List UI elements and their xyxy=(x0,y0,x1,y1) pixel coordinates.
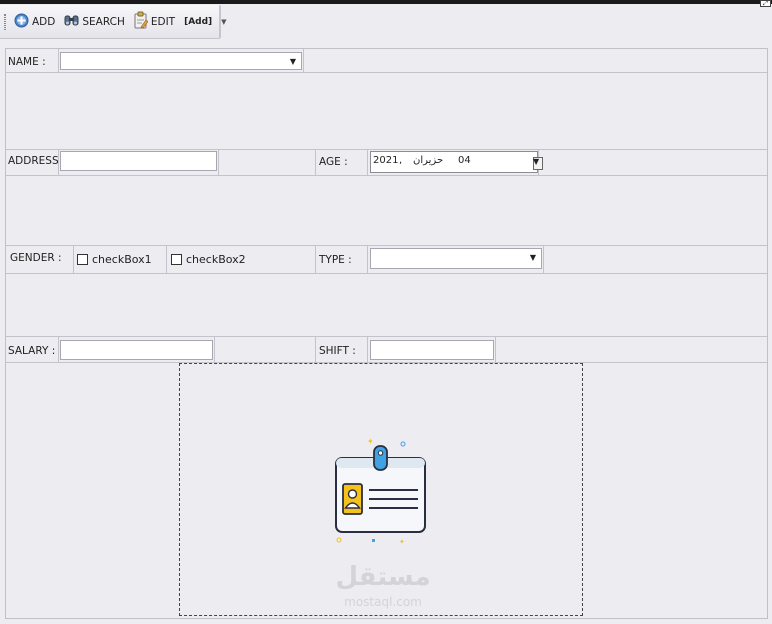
id-badge-icon: ✦ ✦ xyxy=(331,437,435,551)
address-field[interactable] xyxy=(60,151,217,171)
type-combobox[interactable]: ▼ xyxy=(370,248,542,269)
edit-button[interactable]: EDIT xyxy=(134,11,175,32)
grid-line xyxy=(367,336,368,362)
toolbar-overflow-button[interactable]: ▼ xyxy=(220,5,227,38)
picture-box[interactable]: ✦ ✦ مستقل mostaql.com xyxy=(179,363,583,616)
search-button[interactable]: SEARCH xyxy=(64,13,125,30)
age-month: حزيران xyxy=(413,155,444,166)
grid-line xyxy=(303,49,304,72)
svg-text:✦: ✦ xyxy=(399,538,405,546)
checkbox2-label: checkBox2 xyxy=(186,253,246,266)
grid-line xyxy=(218,149,219,175)
watermark-latin: mostaql.com xyxy=(344,595,422,609)
checkbox2-box[interactable] xyxy=(171,254,182,265)
clipboard-pencil-icon xyxy=(134,11,149,32)
gender-label: GENDER : xyxy=(10,252,62,264)
chevron-down-icon[interactable]: ▼ xyxy=(530,253,536,262)
binoculars-icon xyxy=(64,13,79,30)
checkbox1[interactable]: checkBox1 xyxy=(77,253,152,266)
watermark-arabic: مستقل xyxy=(335,562,431,592)
checkbox2[interactable]: checkBox2 xyxy=(171,253,246,266)
plus-circle-icon xyxy=(14,13,29,31)
age-separator: , xyxy=(399,155,403,166)
grid-line xyxy=(6,273,767,274)
grid-line xyxy=(73,245,74,273)
salary-field[interactable] xyxy=(60,340,213,360)
chevron-down-icon: ▼ xyxy=(533,157,540,166)
grid-line xyxy=(367,149,368,175)
grid-line xyxy=(6,72,767,73)
age-date-picker[interactable]: 2021 , حزيران 04 ▼ xyxy=(370,151,543,173)
grid-line xyxy=(543,245,544,273)
window-corner-button[interactable]: ⤢ xyxy=(760,0,771,7)
grid-line xyxy=(166,245,167,273)
svg-text:✦: ✦ xyxy=(367,438,374,446)
mode-label: [Add] xyxy=(184,16,213,27)
grid-line xyxy=(6,149,767,150)
add-button-label: ADD xyxy=(32,15,56,28)
address-label: ADDRESS : xyxy=(8,155,66,167)
age-label: AGE : xyxy=(319,156,348,168)
edit-button-label: EDIT xyxy=(150,15,176,28)
add-button[interactable]: ADD xyxy=(14,13,55,31)
search-button-label: SEARCH xyxy=(82,15,125,28)
salary-label: SALARY : xyxy=(8,345,56,357)
grid-line xyxy=(315,149,316,175)
name-combobox[interactable]: ▼ xyxy=(60,52,302,70)
grid-line xyxy=(58,336,59,362)
grid-line xyxy=(367,245,368,273)
toolbar: ADD SEARCH EDIT [Add] ▼ xyxy=(0,5,227,39)
grid-line xyxy=(58,49,59,72)
grid-line xyxy=(6,336,767,337)
grid-line xyxy=(6,175,767,176)
chevron-down-icon[interactable]: ▼ xyxy=(290,57,296,66)
window-top-border xyxy=(0,0,772,4)
name-label: NAME : xyxy=(8,56,46,68)
type-label: TYPE : xyxy=(319,254,352,266)
shift-label: SHIFT : xyxy=(319,345,356,357)
checkbox1-label: checkBox1 xyxy=(92,253,152,266)
age-day: 04 xyxy=(458,155,471,166)
checkbox1-box[interactable] xyxy=(77,254,88,265)
toolbar-grip[interactable] xyxy=(4,13,6,30)
age-year: 2021 xyxy=(373,155,399,166)
chevron-down-icon: ▼ xyxy=(221,17,227,26)
grid-line xyxy=(6,245,767,246)
grid-line xyxy=(315,336,316,362)
grid-line xyxy=(214,336,215,362)
shift-field[interactable] xyxy=(370,340,494,360)
grid-line xyxy=(315,245,316,273)
grid-line xyxy=(495,336,496,362)
